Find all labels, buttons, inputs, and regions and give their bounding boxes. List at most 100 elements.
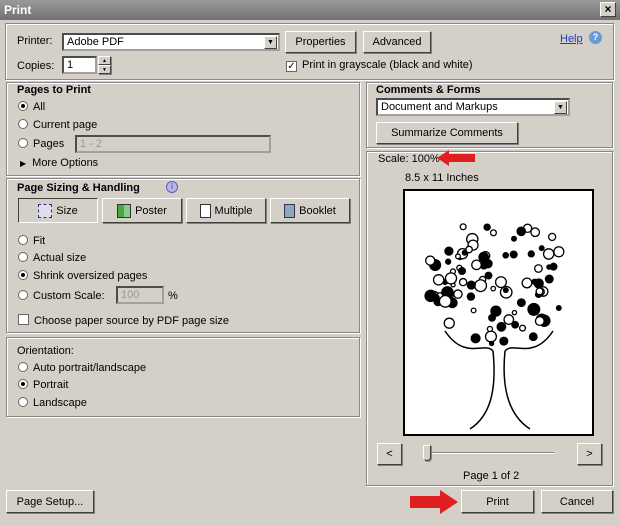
comments-select[interactable]: Document and Markups ▼ [376, 98, 570, 116]
tree-ornament [457, 266, 467, 276]
sizing-title: Page Sizing & Handling [17, 182, 140, 194]
orientation-title: Orientation: [17, 345, 74, 357]
tab-size[interactable]: Size [18, 198, 98, 223]
radio-fit[interactable]: Fit [18, 235, 45, 247]
radio-portrait[interactable]: Portrait [18, 379, 68, 391]
tree-ornament [511, 320, 520, 329]
tree-ornament [454, 253, 461, 260]
page-slider-track[interactable] [426, 452, 554, 454]
tree-ornament [466, 280, 476, 290]
page-size-label: 8.5 x 11 Inches [405, 172, 479, 184]
radio-shrink[interactable]: Shrink oversized pages [18, 270, 147, 282]
pages-range-input[interactable]: 1 - 2 [75, 135, 271, 153]
tab-poster[interactable]: Poster [102, 198, 182, 223]
tree-ornament [509, 250, 518, 259]
tree-ornament [544, 274, 554, 284]
radio-landscape[interactable]: Landscape [18, 397, 87, 409]
tab-label: Multiple [214, 204, 253, 217]
radio-actual-size[interactable]: Actual size [18, 252, 86, 264]
tab-label: Poster [135, 204, 167, 217]
radio-label: Custom Scale: [33, 290, 105, 302]
prev-page-button[interactable]: < [377, 443, 402, 465]
tree-ornament [511, 235, 517, 242]
page-setup-button[interactable]: Page Setup... [6, 490, 94, 513]
tree-ornament [521, 277, 533, 289]
tree-ornament [445, 258, 452, 265]
tree-ornament [516, 298, 526, 308]
chevron-down-icon: ▼ [264, 36, 277, 49]
tree-ornament [438, 294, 452, 308]
advanced-button[interactable]: Advanced [363, 31, 431, 53]
tree-ornament [534, 316, 545, 327]
radio-all[interactable]: All [18, 101, 45, 113]
tree-ornament [459, 223, 467, 231]
radio-pages[interactable]: Pages [18, 138, 64, 150]
copies-input[interactable]: 1 [62, 56, 97, 74]
radio-label: Auto portrait/landscape [33, 362, 147, 374]
close-button[interactable]: × [600, 2, 616, 17]
tab-multiple[interactable]: Multiple [186, 198, 266, 223]
tree-ornament [474, 279, 488, 293]
copies-stepper[interactable]: ▲ ▼ [98, 56, 111, 74]
tree-ornament [555, 304, 562, 311]
comments-value: Document and Markups [381, 101, 498, 113]
tree-ornament [534, 264, 543, 273]
radio-auto-orientation[interactable]: Auto portrait/landscape [18, 362, 146, 374]
tree-ornament [443, 317, 455, 329]
radio-label: Actual size [33, 252, 87, 264]
page-slider-thumb[interactable] [423, 445, 431, 461]
tree-ornament [489, 229, 498, 237]
title-bar: Print [0, 0, 620, 20]
tab-label: Size [56, 204, 78, 217]
printer-value: Adobe PDF [67, 36, 124, 48]
radio-icon [18, 362, 28, 372]
more-options-toggle[interactable]: ▶ More Options [20, 157, 98, 169]
printer-select[interactable]: Adobe PDF ▼ [62, 33, 280, 51]
tree-ornament [527, 250, 535, 258]
chevron-down-icon: ▼ [554, 101, 567, 114]
tree-ornament [483, 223, 491, 231]
help-icon[interactable]: ? [589, 31, 602, 44]
tree-ornament [502, 287, 509, 294]
tree-ornament [494, 276, 507, 289]
help-link[interactable]: Help [560, 33, 583, 45]
radio-icon [18, 138, 28, 148]
radio-current-page[interactable]: Current page [18, 119, 97, 131]
stepper-up-icon[interactable]: ▲ [98, 56, 111, 65]
grayscale-label: Print in grayscale (black and white) [302, 59, 473, 71]
poster-icon [117, 203, 132, 218]
pages-title: Pages to Print [17, 84, 91, 96]
red-arrow-right-icon [410, 490, 458, 514]
tree-ornament [527, 302, 541, 316]
tree-ornament [531, 278, 538, 285]
tree-ornament [488, 340, 495, 347]
tree-ornament [502, 251, 510, 259]
radio-icon [18, 270, 28, 280]
tree-ornament [518, 324, 527, 332]
custom-scale-input[interactable]: 100 [116, 286, 164, 304]
tree-ornament [511, 309, 518, 316]
tab-label: Booklet [299, 204, 336, 217]
cancel-button[interactable]: Cancel [541, 490, 613, 513]
print-button[interactable]: Print [461, 490, 534, 513]
checkbox-checked-icon: ✓ [286, 61, 297, 72]
radio-icon [18, 119, 28, 129]
tree-ornament [488, 313, 496, 322]
tree-ornament [425, 255, 436, 266]
radio-label: Shrink oversized pages [33, 270, 148, 282]
tab-booklet[interactable]: Booklet [270, 198, 350, 223]
grayscale-checkbox[interactable]: ✓ Print in grayscale (black and white) [286, 59, 473, 72]
tree-ornament [530, 227, 541, 238]
tree-ornament [499, 336, 509, 346]
tree-ornament [471, 259, 482, 271]
paper-source-checkbox[interactable]: Choose paper source by PDF page size [18, 314, 229, 327]
next-page-button[interactable]: > [577, 443, 602, 465]
page-indicator: Page 1 of 2 [463, 470, 520, 482]
info-icon[interactable]: i [166, 181, 178, 193]
tree-ornament [547, 232, 557, 242]
radio-custom-scale[interactable]: Custom Scale: [18, 290, 105, 302]
summarize-comments-button[interactable]: Summarize Comments [376, 122, 518, 144]
stepper-down-icon[interactable]: ▼ [98, 65, 111, 74]
properties-button[interactable]: Properties [285, 31, 356, 53]
radio-icon [18, 379, 28, 389]
